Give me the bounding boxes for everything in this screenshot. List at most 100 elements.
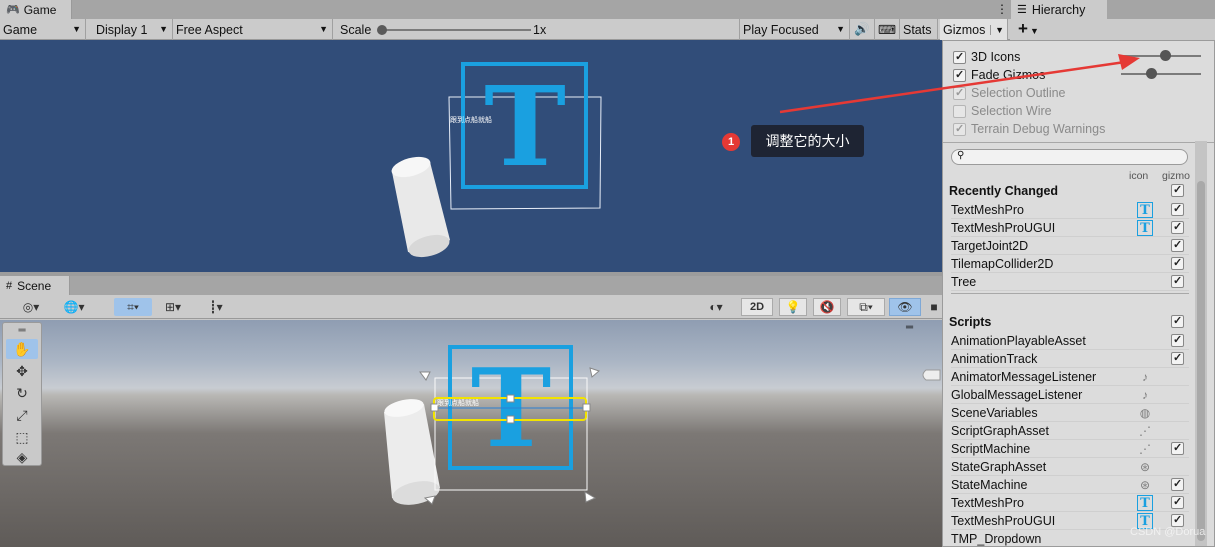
scene-menu-icon[interactable]: ═ — [906, 322, 913, 333]
gizmo-row[interactable]: GlobalMessageListener ♪ — [951, 386, 1189, 404]
mute-audio-icon[interactable]: 🔊 — [850, 19, 875, 40]
checkbox — [953, 104, 966, 118]
gizmo-checkbox[interactable] — [1171, 478, 1184, 491]
option-3d-icons[interactable]: 3D Icons — [953, 48, 1020, 66]
more-options-icon[interactable]: ⋮ — [996, 2, 1008, 16]
section-scripts: Scripts — [949, 315, 992, 329]
lighting-icon[interactable]: 💡 — [779, 298, 807, 316]
row-name: SceneVariables — [951, 405, 1038, 420]
gizmo-row[interactable]: AnimatorMessageListener ♪ — [951, 368, 1189, 386]
tab-hierarchy[interactable]: ☰ Hierarchy — [1011, 0, 1107, 19]
ruler-icon[interactable]: ┋▾ — [198, 298, 234, 316]
gizmo-checkbox[interactable] — [1171, 221, 1184, 234]
game-mode-dropdown[interactable]: Game ▼ — [0, 19, 86, 40]
tab-game-label: Game — [23, 2, 57, 17]
keyboard-icon[interactable]: ⌨ — [875, 19, 900, 40]
svg-text:T: T — [471, 346, 551, 472]
scrollbar-thumb[interactable] — [1197, 181, 1205, 541]
add-button-label: + — [1018, 19, 1028, 38]
gizmo-row[interactable]: ScriptGraphAsset ⋰ — [951, 422, 1189, 440]
row-name: TilemapCollider2D — [951, 256, 1054, 271]
transform-tool-icon[interactable]: ◈ — [6, 447, 38, 467]
grid-snap-icon[interactable]: ⊞▾ — [158, 298, 188, 316]
stats-label: Stats — [903, 22, 932, 37]
2d-toggle-button[interactable]: 2D — [741, 298, 773, 316]
scripts-all-checkbox[interactable] — [1171, 315, 1184, 328]
textmeshpro-icon: T — [1137, 495, 1153, 511]
gizmo-checkbox[interactable] — [1171, 334, 1184, 347]
tab-hierarchy-label: Hierarchy — [1031, 2, 1086, 17]
row-name: StateGraphAsset — [951, 459, 1047, 474]
state-icon: ⊛ — [1139, 478, 1151, 492]
aspect-dropdown[interactable]: Free Aspect ▼ — [173, 19, 333, 40]
gizmo-row[interactable]: ScriptMachine ⋰ — [951, 440, 1189, 458]
gizmo-search-input[interactable]: ⚲ — [951, 149, 1188, 165]
shading-mode-icon[interactable]: ◐▾ — [699, 298, 733, 316]
row-name: StateMachine — [951, 477, 1028, 492]
gizmo-checkbox[interactable] — [1171, 496, 1184, 509]
gizmo-row[interactable]: SceneVariables ◍ — [951, 404, 1189, 422]
gizmo-checkbox[interactable] — [1171, 442, 1184, 455]
effects-icon[interactable]: ⧉▾ — [847, 298, 885, 316]
hand-tool-icon[interactable]: ✋ — [6, 339, 38, 359]
aspect-label: Free Aspect — [176, 22, 243, 37]
rect-tool-icon[interactable]: ⬚ — [6, 427, 38, 447]
gizmo-row[interactable]: StateMachine ⊛ — [951, 476, 1189, 494]
watermark: CSDN @Dorua — [1130, 526, 1206, 538]
gizmo-checkbox[interactable] — [1171, 239, 1184, 252]
scale-slider-knob[interactable] — [377, 25, 387, 35]
play-mode-dropdown[interactable]: Play Focused ▼ — [740, 19, 850, 40]
gizmo-row[interactable]: AnimationTrack — [951, 350, 1189, 368]
icon-size-slider-knob[interactable] — [1160, 50, 1171, 61]
play-mode-label: Play Focused — [743, 22, 819, 37]
rotate-tool-icon[interactable]: ↻ — [6, 383, 38, 403]
chevron-down-icon: ▼ — [72, 24, 81, 34]
stats-button[interactable]: Stats — [900, 19, 938, 40]
checkbox[interactable] — [953, 50, 966, 64]
gizmo-checkbox[interactable] — [1171, 352, 1184, 365]
recent-all-checkbox[interactable] — [1171, 184, 1184, 197]
scene-render: T — [384, 345, 941, 505]
draw-mode-icon[interactable]: ◎▾ — [16, 298, 46, 316]
gizmo-checkbox[interactable] — [1171, 257, 1184, 270]
gizmo-checkbox[interactable] — [1171, 275, 1184, 288]
scale-slider[interactable] — [381, 29, 531, 31]
gizmo-row[interactable]: AnimationPlayableAsset — [951, 332, 1189, 350]
fade-slider-knob[interactable] — [1146, 68, 1157, 79]
drag-handle-icon[interactable]: ═ — [6, 325, 38, 336]
gizmos-dropdown[interactable]: Gizmos ▼ — [940, 19, 1008, 40]
scale-tool-icon[interactable]: ⤢ — [6, 405, 38, 425]
audio-toggle-icon[interactable]: 🔇 — [813, 298, 841, 316]
gizmo-row[interactable]: Tree — [951, 273, 1189, 291]
add-button[interactable]: + ▼ — [1018, 19, 1039, 39]
global-icon[interactable]: 🌐▾ — [56, 298, 92, 316]
option-label: 3D Icons — [971, 50, 1021, 64]
scene-visibility-icon[interactable]: 👁 — [889, 298, 921, 316]
fade-slider[interactable] — [1121, 73, 1201, 75]
move-snap-icon[interactable]: ⌗▾ — [114, 298, 152, 316]
scale-control: Scale 1x — [337, 19, 740, 40]
column-icon: icon — [1129, 170, 1149, 182]
gizmo-row[interactable]: TextMeshPro T — [951, 201, 1189, 219]
checkbox[interactable] — [953, 68, 966, 82]
camera-icon[interactable]: ■ — [927, 298, 941, 316]
tab-scene[interactable]: # Scene — [0, 276, 70, 295]
annotation-tooltip: 调整它的大小 — [751, 125, 864, 157]
move-tool-icon[interactable]: ✥ — [6, 361, 38, 381]
gizmo-row[interactable]: TextMeshProUGUI T — [951, 219, 1189, 237]
gizmo-row[interactable]: TilemapCollider2D — [951, 255, 1189, 273]
gizmo-row[interactable]: TextMeshPro T — [951, 494, 1189, 512]
display-dropdown[interactable]: Display 1 ▼ — [93, 19, 173, 40]
option-fade-gizmos[interactable]: Fade Gizmos — [953, 66, 1045, 84]
gizmo-row[interactable]: StateGraphAsset ⊛ — [951, 458, 1189, 476]
tab-scene-label: Scene — [17, 278, 52, 293]
gizmo-row[interactable]: TargetJoint2D — [951, 237, 1189, 255]
scene-toolbar: ◎▾ 🌐▾ ⌗▾ ⊞▾ ┋▾ ◐▾ 2D 💡 🔇 ⧉▾ 👁 ■ — [0, 295, 942, 319]
chevron-down-icon: ▼ — [990, 24, 1004, 35]
tab-game[interactable]: 🎮 Game — [0, 0, 72, 19]
row-name: AnimationTrack — [951, 351, 1038, 366]
scene-view[interactable]: ═ ✋ ✥ ↻ ⤢ ⬚ ◈ ═ T 跟到点船就船 — [0, 320, 942, 547]
hierarchy-toolbar: + ▼ — [1010, 19, 1215, 40]
gizmo-checkbox[interactable] — [1171, 203, 1184, 216]
graph-icon: ⋰ — [1139, 424, 1151, 438]
